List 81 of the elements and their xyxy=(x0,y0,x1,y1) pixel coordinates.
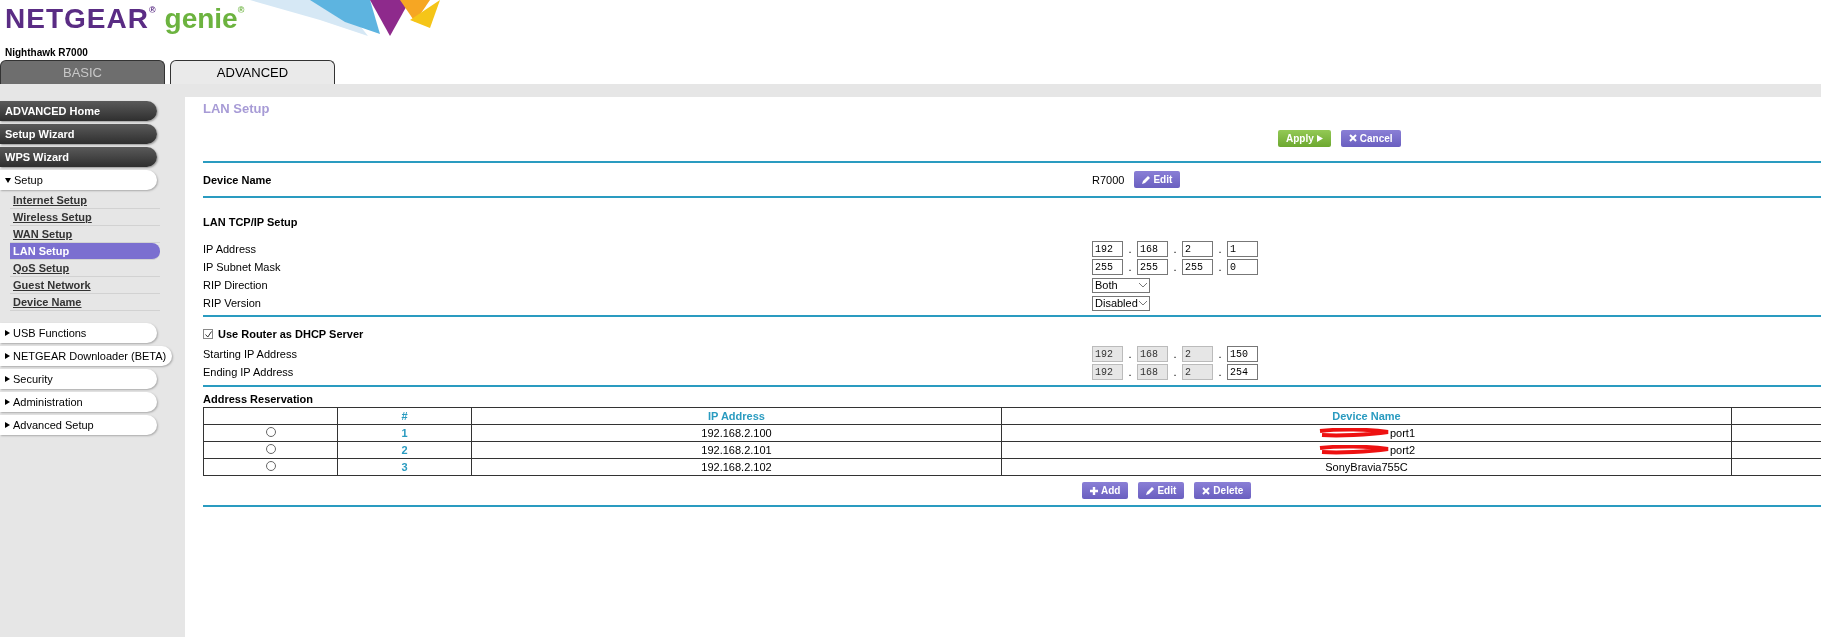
dot-separator: . xyxy=(1172,243,1178,255)
sidebar-section[interactable]: Security xyxy=(0,369,157,389)
field-label: RIP Direction xyxy=(203,279,269,291)
table-cell: SonyBravia755C xyxy=(1325,461,1408,473)
model-name: Nighthawk R7000 xyxy=(4,46,89,58)
table-cell: 2 xyxy=(337,441,472,459)
sidebar-section[interactable]: Advanced Setup xyxy=(0,415,157,435)
octet-field[interactable]: 254 xyxy=(1227,364,1258,380)
column-header: Device Name xyxy=(1001,407,1732,425)
octet-field[interactable]: 0 xyxy=(1227,259,1258,275)
chevron-icon xyxy=(1139,300,1147,306)
sidebar-link[interactable]: Wireless Setup xyxy=(10,209,160,226)
dot-separator: . xyxy=(1172,348,1178,360)
dot-separator: . xyxy=(1127,366,1133,378)
chevron-icon xyxy=(1139,282,1147,288)
plus-icon xyxy=(1090,486,1098,495)
sidebar-link[interactable]: Internet Setup xyxy=(10,192,160,209)
device-name-value: R7000 xyxy=(1092,173,1125,186)
page-title: LAN Setup xyxy=(203,100,271,118)
column-header: # xyxy=(337,407,472,425)
dot-separator: . xyxy=(1217,261,1223,273)
section-heading: LAN TCP/IP Setup xyxy=(203,215,299,230)
dot-separator: . xyxy=(1217,348,1223,360)
dot-separator: . xyxy=(1217,366,1223,378)
sidebar-item[interactable]: Setup Wizard xyxy=(0,124,157,144)
octet-field[interactable]: 2 xyxy=(1182,241,1213,257)
field-label: Starting IP Address xyxy=(203,348,298,360)
field-label: IP Address xyxy=(203,243,257,255)
octet-field[interactable]: 150 xyxy=(1227,346,1258,362)
pencil-icon xyxy=(1146,486,1155,495)
cancel-button[interactable]: Cancel xyxy=(1340,129,1401,147)
octet-field[interactable]: 255 xyxy=(1182,259,1213,275)
octet-field[interactable]: 192 xyxy=(1092,241,1123,257)
dot-separator: . xyxy=(1127,348,1133,360)
dot-separator: . xyxy=(1172,261,1178,273)
checkbox[interactable] xyxy=(203,329,213,339)
sidebar-link[interactable]: Device Name xyxy=(10,294,160,311)
sidebar-section[interactable]: Administration xyxy=(0,392,157,412)
select-dropdown[interactable]: Both xyxy=(1092,277,1150,293)
table-cell: port1 xyxy=(1389,426,1416,439)
sidebar-section[interactable]: Setup xyxy=(0,170,157,190)
field-label: IP Subnet Mask xyxy=(203,261,282,273)
dot-separator: . xyxy=(1217,243,1223,255)
sidebar-link[interactable]: LAN Setup xyxy=(10,243,160,260)
column-header: IP Address xyxy=(471,407,1002,425)
octet-field[interactable]: 168 xyxy=(1137,241,1168,257)
table-cell: 192.168.2.102 xyxy=(471,458,1002,476)
nav-tab[interactable]: ADVANCED xyxy=(170,60,335,84)
table-cell: port2 xyxy=(1389,443,1416,456)
table-cell: 1 xyxy=(337,424,472,442)
field-label: Device Name xyxy=(203,173,273,186)
play-icon xyxy=(1316,134,1323,142)
product-logo: genie$^{®}$ xyxy=(164,4,245,34)
table-cell: 192.168.2.101 xyxy=(471,441,1002,459)
octet-field[interactable]: 1 xyxy=(1227,241,1258,257)
octet-field[interactable]: 255 xyxy=(1137,259,1168,275)
edit-button[interactable]: Edit xyxy=(1134,171,1181,188)
field-label: Ending IP Address xyxy=(203,366,295,378)
close-icon xyxy=(1348,134,1357,142)
add-button[interactable]: Add xyxy=(1082,482,1129,499)
dot-separator: . xyxy=(1127,261,1133,273)
section-heading: Address Reservation xyxy=(203,392,315,406)
sidebar-link[interactable]: QoS Setup xyxy=(10,260,160,277)
sidebar-section[interactable]: USB Functions xyxy=(0,323,157,343)
table-cell: 192.168.2.100 xyxy=(471,424,1002,442)
octet-field[interactable]: 255 xyxy=(1092,259,1123,275)
pencil-icon xyxy=(1142,175,1151,184)
table-cell: 3 xyxy=(337,458,472,476)
checkbox-label: Use Router as DHCP Server xyxy=(218,328,364,340)
sidebar-item[interactable]: ADVANCED Home xyxy=(0,101,157,121)
brand-logo: NETGEAR$^{®}$ xyxy=(5,4,157,34)
sidebar-section[interactable]: NETGEAR Downloader (BETA) xyxy=(0,346,173,366)
field-label: RIP Version xyxy=(203,297,262,309)
select-dropdown[interactable]: Disabled xyxy=(1092,295,1150,311)
edit-button[interactable]: Edit xyxy=(1138,482,1185,499)
dot-separator: . xyxy=(1127,243,1133,255)
dot-separator: . xyxy=(1172,366,1178,378)
sidebar-item[interactable]: WPS Wizard xyxy=(0,147,157,167)
close-icon xyxy=(1202,486,1211,495)
delete-button[interactable]: Delete xyxy=(1194,482,1252,499)
sidebar-link[interactable]: Guest Network xyxy=(10,277,160,294)
